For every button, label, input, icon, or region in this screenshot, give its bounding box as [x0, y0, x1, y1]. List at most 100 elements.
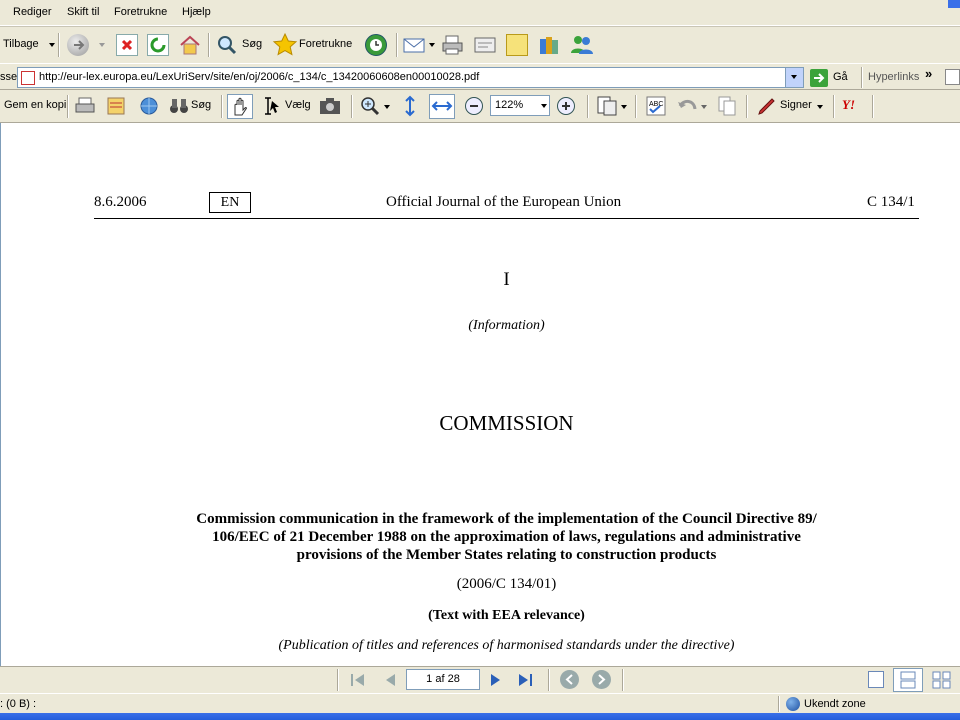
zoom-out-icon[interactable] — [465, 97, 483, 115]
doc-title: Commission communication in the framewor… — [94, 510, 919, 564]
favorites-button[interactable]: Foretrukne — [272, 32, 356, 58]
chevron-down-icon — [791, 75, 797, 79]
back-button[interactable]: Tilbage — [3, 38, 55, 50]
doc-header-journal: Official Journal of the European Union — [386, 194, 622, 210]
page-layout-icon[interactable] — [596, 95, 618, 117]
page-number-field[interactable]: 1 af 28 — [406, 669, 480, 690]
snapshot-camera-icon[interactable] — [319, 96, 341, 118]
page-navigation-bar: 1 af 28 — [0, 666, 960, 694]
previous-view-icon[interactable] — [560, 670, 579, 689]
print-icon[interactable] — [74, 95, 96, 117]
doc-header-date: 8.6.2006 — [94, 194, 147, 210]
home-icon[interactable] — [178, 33, 200, 55]
single-page-icon[interactable] — [868, 671, 884, 688]
sign-button[interactable]: Signer — [755, 95, 827, 117]
chevron-right-icon[interactable]: » — [925, 66, 932, 81]
links-item-icon[interactable] — [945, 69, 960, 85]
next-view-icon[interactable] — [592, 670, 611, 689]
doc-title-line: provisions of the Member States relating… — [296, 547, 717, 563]
spellcheck-icon[interactable]: ABC — [645, 95, 667, 117]
menu-favorites[interactable]: Foretrukne — [114, 6, 167, 18]
print-icon[interactable] — [441, 34, 463, 56]
select-tool-button[interactable]: Vælg — [260, 95, 316, 117]
doc-number: (2006/C 134/01) — [456, 576, 557, 592]
chevron-down-icon[interactable] — [49, 43, 55, 47]
first-page-icon[interactable] — [347, 670, 369, 692]
zoom-level-field[interactable]: 122% — [490, 95, 550, 116]
search-icon — [218, 36, 237, 55]
web-globe-icon[interactable] — [138, 95, 160, 117]
continuous-page-icon[interactable] — [893, 668, 923, 692]
separator — [872, 95, 874, 118]
research-icon[interactable] — [537, 33, 559, 55]
svg-text:ABC: ABC — [649, 101, 663, 108]
zoom-level-value: 122% — [495, 99, 524, 111]
refresh-icon[interactable] — [147, 34, 169, 56]
email-icon[interactable] — [106, 95, 128, 117]
edit-icon[interactable] — [473, 34, 496, 56]
copy-icon[interactable] — [716, 95, 738, 117]
fit-width-icon[interactable] — [429, 94, 455, 119]
menu-edit[interactable]: Rediger — [13, 6, 52, 18]
fit-height-icon[interactable] — [399, 95, 421, 117]
doc-institution: COMMISSION — [439, 411, 574, 435]
doc-header-ref: C 134/1 — [867, 194, 915, 210]
zoom-in-icon[interactable] — [359, 95, 381, 117]
zoom-in-plus-icon[interactable] — [557, 97, 575, 115]
separator — [746, 95, 748, 118]
search-button[interactable]: Søg — [215, 33, 265, 57]
save-copy-button[interactable]: Gem en kopi — [4, 99, 66, 111]
yahoo-logo-icon[interactable]: Y! — [842, 97, 866, 115]
separator — [861, 67, 863, 88]
text-cursor-icon — [265, 97, 279, 115]
separator — [58, 33, 60, 57]
separator — [622, 669, 624, 691]
next-page-icon[interactable] — [485, 670, 507, 692]
doc-publication: (Publication of titles and references of… — [278, 638, 735, 653]
previous-page-icon[interactable] — [380, 670, 402, 692]
hand-tool-icon[interactable] — [227, 94, 253, 119]
address-dropdown-button[interactable] — [785, 68, 803, 87]
undo-icon[interactable] — [676, 96, 698, 118]
address-label: sse — [0, 71, 18, 83]
address-field[interactable]: http://eur-lex.europa.eu/LexUriServ/site… — [17, 67, 804, 88]
menu-help[interactable]: Hjælp — [182, 6, 211, 18]
chevron-down-icon[interactable] — [429, 43, 435, 47]
chevron-down-icon[interactable] — [541, 104, 547, 108]
doc-language-box: EN — [209, 192, 251, 213]
sign-label: Signer — [780, 99, 812, 111]
separator — [587, 95, 589, 118]
pdf-document-view[interactable]: 8.6.2006 EN Official Journal of the Euro… — [0, 123, 960, 666]
globe-zone-icon — [786, 697, 800, 711]
pdf-search-label: Søg — [191, 99, 212, 111]
mail-icon[interactable] — [403, 35, 425, 57]
address-url: http://eur-lex.europa.eu/LexUriServ/site… — [39, 71, 480, 83]
chevron-down-icon[interactable] — [384, 105, 390, 109]
links-label[interactable]: Hyperlinks — [868, 71, 919, 83]
chevron-down-icon — [817, 105, 823, 109]
chevron-down-icon[interactable] — [701, 105, 707, 109]
header-rule — [94, 218, 919, 219]
chevron-down-icon[interactable] — [99, 43, 105, 47]
menu-goto[interactable]: Skift til — [67, 6, 99, 18]
pdf-page-icon — [21, 71, 35, 85]
page-number-value: 1 af 28 — [426, 673, 460, 685]
go-button[interactable]: Gå — [810, 68, 860, 88]
title-corner — [948, 0, 960, 8]
go-label: Gå — [833, 71, 848, 83]
facing-pages-icon[interactable] — [931, 670, 953, 692]
stop-icon[interactable] — [116, 34, 138, 56]
doc-part-name: (Information) — [468, 318, 545, 333]
note-icon[interactable] — [506, 34, 528, 56]
last-page-icon[interactable] — [515, 670, 537, 692]
messenger-icon[interactable] — [569, 33, 593, 55]
forward-arrow-icon[interactable] — [67, 34, 89, 56]
taskbar — [0, 713, 960, 720]
select-label: Vælg — [285, 99, 311, 111]
status-text: : (0 B) : — [0, 698, 37, 710]
search-button[interactable]: Søg — [168, 95, 216, 117]
separator — [208, 33, 210, 57]
chevron-down-icon[interactable] — [621, 105, 627, 109]
separator — [833, 95, 835, 118]
history-icon[interactable] — [365, 34, 387, 56]
